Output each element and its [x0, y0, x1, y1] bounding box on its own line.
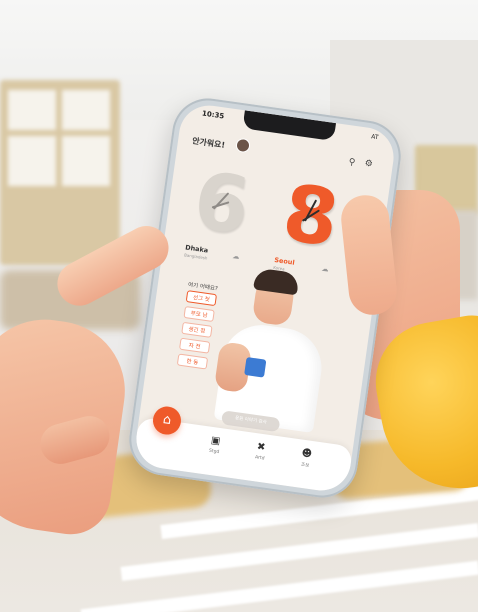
avatar[interactable]	[235, 137, 251, 154]
search-icon[interactable]: ⚲	[348, 157, 359, 168]
clock-card-dhaka[interactable]: 6	[181, 156, 263, 253]
quiz-option[interactable]: 생긴 정	[181, 321, 213, 338]
status-network: AT	[370, 133, 379, 142]
nav-item-profile[interactable]: ☻ 조보	[290, 446, 322, 470]
cloud-icon: ☁	[321, 264, 330, 274]
cloud-icon: ☁	[231, 252, 241, 262]
nav-item-chat[interactable]: ▣ Stgd	[199, 433, 231, 456]
greeting-title: 안가워요!	[191, 136, 226, 150]
quiz-option[interactable]: 선그 첫	[185, 290, 218, 307]
quiz-option[interactable]: 자 전	[178, 337, 211, 354]
settings-icon[interactable]: ⚙	[364, 159, 375, 170]
window	[0, 80, 120, 265]
mug-icon	[244, 357, 267, 378]
clock-card-seoul[interactable]: 8	[270, 168, 352, 265]
quiz-option[interactable]: 부모 남	[183, 305, 215, 323]
status-time: 10:35	[201, 109, 225, 121]
quiz-option[interactable]: 한 동	[176, 353, 209, 370]
nav-item-tools[interactable]: ✖ Artd	[244, 440, 276, 463]
